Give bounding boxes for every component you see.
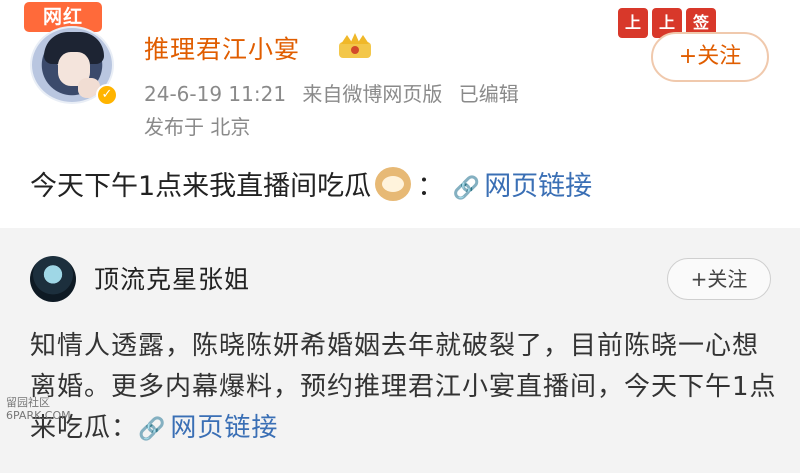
web-link[interactable]: 网页链接 (484, 171, 592, 202)
author-avatar[interactable]: ✓ (30, 26, 118, 106)
post-location: 发布于 北京 (144, 115, 251, 139)
doge-emoji-icon (375, 167, 412, 201)
post-source: 来自微博网页版 (302, 82, 443, 106)
edited-label[interactable]: 已编辑 (459, 82, 519, 106)
follow-button[interactable]: +关注 (651, 32, 769, 82)
deco-block: 上 (618, 8, 648, 38)
repost-follow-button[interactable]: +关注 (667, 258, 771, 300)
post-text: 今天下午1点来我直播间吃瓜 ： 🔗 网页链接 (30, 164, 592, 203)
author-name[interactable]: 推理君江小宴 (144, 30, 300, 66)
repost-text: 知情人透露，陈晓陈妍希婚姻去年就破裂了，目前陈晓一心想离婚。更多内幕爆料，预约推… (30, 326, 780, 450)
post-meta: 24-6-19 11:21 来自微博网页版 已编辑 (144, 78, 529, 107)
watermark-line2: 6PARK.COM (6, 409, 71, 422)
post-body: 今天下午1点来我直播间吃瓜 (30, 171, 372, 202)
watermark: 留园社区 6PARK.COM (6, 396, 71, 422)
post-card: 网红 ✓ 推理君江小宴 24-6-19 11:21 来自微博网页版 已编辑 发布… (0, 0, 800, 228)
repost-card[interactable]: 顶流克星张姐 +关注 知情人透露，陈晓陈妍希婚姻去年就破裂了，目前陈晓一心想离婚… (0, 228, 800, 473)
link-icon[interactable]: 🔗 (138, 409, 166, 450)
crown-icon (339, 33, 371, 58)
repost-web-link[interactable]: 网页链接 (170, 413, 278, 443)
repost-author-avatar[interactable] (30, 256, 76, 302)
repost-author-name[interactable]: 顶流克星张姐 (94, 260, 250, 296)
post-timestamp: 24-6-19 11:21 (144, 82, 287, 106)
watermark-line1: 留园社区 (6, 396, 50, 409)
verified-icon: ✓ (96, 84, 118, 106)
post-colon: ： (417, 171, 445, 202)
link-icon[interactable]: 🔗 (453, 176, 480, 201)
